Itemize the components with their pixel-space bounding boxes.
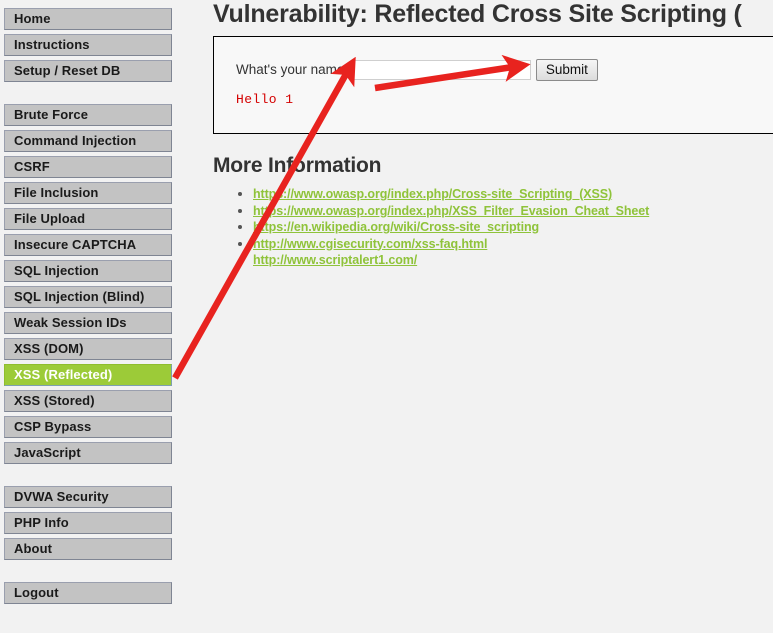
sidebar-navigation: Home Instructions Setup / Reset DB Brute… [4,8,172,604]
sidebar-item-instructions[interactable]: Instructions [4,34,172,56]
list-item: https://www.owasp.org/index.php/XSS_Filt… [253,203,773,220]
nav-group-vulnerabilities: Brute Force Command Injection CSRF File … [4,104,172,464]
page-title: Vulnerability: Reflected Cross Site Scri… [213,0,742,28]
sidebar-item-setup-reset-db[interactable]: Setup / Reset DB [4,60,172,82]
sidebar-item-command-injection[interactable]: Command Injection [4,130,172,152]
more-information-heading: More Information [213,154,382,177]
list-item: http://www.cgisecurity.com/xss-faq.html [253,236,773,253]
sidebar-item-brute-force[interactable]: Brute Force [4,104,172,126]
sidebar-item-about[interactable]: About [4,538,172,560]
sidebar-item-sql-injection-blind[interactable]: SQL Injection (Blind) [4,286,172,308]
more-information-list: https://www.owasp.org/index.php/Cross-si… [213,186,773,269]
reference-link[interactable]: http://www.scriptalert1.com/ [253,253,417,267]
sidebar-item-file-inclusion[interactable]: File Inclusion [4,182,172,204]
name-field-label: What's your name? [236,62,352,77]
sidebar-item-file-upload[interactable]: File Upload [4,208,172,230]
reference-link[interactable]: https://www.owasp.org/index.php/XSS_Filt… [253,204,649,218]
nav-group-settings: DVWA Security PHP Info About [4,486,172,560]
sidebar-item-php-info[interactable]: PHP Info [4,512,172,534]
nav-group-general: Home Instructions Setup / Reset DB [4,8,172,82]
xss-reflected-form: What's your name? Submit [236,58,773,81]
list-item: https://www.owasp.org/index.php/Cross-si… [253,186,773,203]
sidebar-item-javascript[interactable]: JavaScript [4,442,172,464]
sidebar-item-weak-session-ids[interactable]: Weak Session IDs [4,312,172,334]
sidebar-item-insecure-captcha[interactable]: Insecure CAPTCHA [4,234,172,256]
main-content: Vulnerability: Reflected Cross Site Scri… [213,0,773,269]
sidebar-item-csrf[interactable]: CSRF [4,156,172,178]
sidebar-item-xss-stored[interactable]: XSS (Stored) [4,390,172,412]
reference-link[interactable]: https://www.owasp.org/index.php/Cross-si… [253,187,612,201]
nav-group-session: Logout [4,582,172,604]
list-item: http://www.scriptalert1.com/ [253,252,773,269]
sidebar-item-dvwa-security[interactable]: DVWA Security [4,486,172,508]
name-input[interactable] [352,59,531,80]
submit-button[interactable]: Submit [535,58,598,81]
list-item: https://en.wikipedia.org/wiki/Cross-site… [253,219,773,236]
sidebar-item-xss-reflected[interactable]: XSS (Reflected) [4,364,172,386]
sidebar-item-home[interactable]: Home [4,8,172,30]
reflected-output-text: Hello 1 [236,92,294,107]
dvwa-page: Home Instructions Setup / Reset DB Brute… [0,0,773,633]
sidebar-item-xss-dom[interactable]: XSS (DOM) [4,338,172,360]
reference-link[interactable]: https://en.wikipedia.org/wiki/Cross-site… [253,220,539,234]
sidebar-item-csp-bypass[interactable]: CSP Bypass [4,416,172,438]
sidebar-item-sql-injection[interactable]: SQL Injection [4,260,172,282]
reference-link[interactable]: http://www.cgisecurity.com/xss-faq.html [253,237,487,251]
sidebar-item-logout[interactable]: Logout [4,582,172,604]
vulnerability-form-panel: What's your name? Submit Hello 1 [213,36,773,134]
